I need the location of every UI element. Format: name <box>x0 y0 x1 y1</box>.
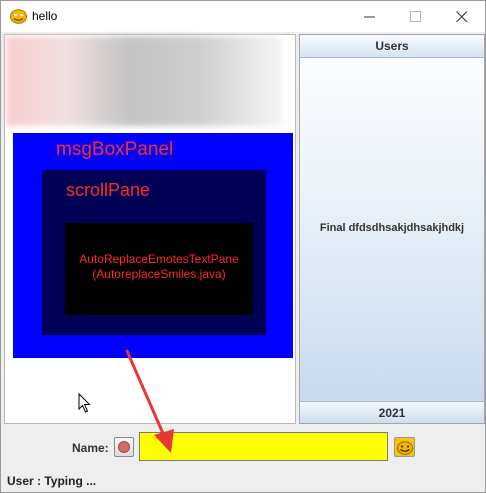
maximize-icon <box>410 11 421 22</box>
status-dot-icon <box>118 441 130 453</box>
msgbox-panel: msgBoxPanel scrollPane AutoReplaceEmotes… <box>13 133 293 358</box>
chat-messages-panel[interactable]: msgBoxPanel scrollPane AutoReplaceEmotes… <box>4 34 296 424</box>
title-bar[interactable]: hello <box>1 1 485 32</box>
text-pane-label-line2: (AutoreplaceSmiles.java) <box>92 267 226 281</box>
emoji-button[interactable] <box>394 437 415 457</box>
minimize-icon <box>364 16 375 18</box>
auto-replace-text-pane[interactable]: AutoReplaceEmotesTextPane (AutoreplaceSm… <box>65 223 253 315</box>
minimize-button[interactable] <box>347 1 393 32</box>
msgbox-panel-label: msgBoxPanel <box>56 139 174 160</box>
smiley-icon <box>397 441 413 455</box>
close-button[interactable] <box>439 1 485 32</box>
users-panel: Users Final dfdsdhsakjdhsakjhdkj 2021 <box>299 34 485 424</box>
text-pane-label-line1: AutoReplaceEmotesTextPane <box>79 252 239 266</box>
window-title: hello <box>32 9 58 23</box>
maximize-button[interactable] <box>393 1 439 32</box>
scroll-pane[interactable]: scrollPane AutoReplaceEmotesTextPane (Au… <box>42 170 266 335</box>
scroll-pane-label: scrollPane <box>66 180 151 200</box>
blurred-message-area <box>6 36 282 126</box>
app-window: hello msgBoxPanel scrollPane AutoReplace… <box>0 0 486 493</box>
users-footer: 2021 <box>300 401 484 423</box>
mouse-cursor-icon <box>78 393 91 413</box>
status-button[interactable] <box>114 437 134 457</box>
name-label: Name: <box>72 441 109 455</box>
message-input[interactable] <box>139 432 388 461</box>
user-list-item[interactable]: Final dfdsdhsakjdhsakjhdkj <box>300 222 484 234</box>
text-pane-label: AutoReplaceEmotesTextPane (AutoreplaceSm… <box>65 252 253 282</box>
close-icon <box>456 11 468 23</box>
typing-status: User : Typing ... <box>7 474 97 488</box>
users-header[interactable]: Users <box>300 35 484 58</box>
smiley-icon <box>10 9 27 24</box>
